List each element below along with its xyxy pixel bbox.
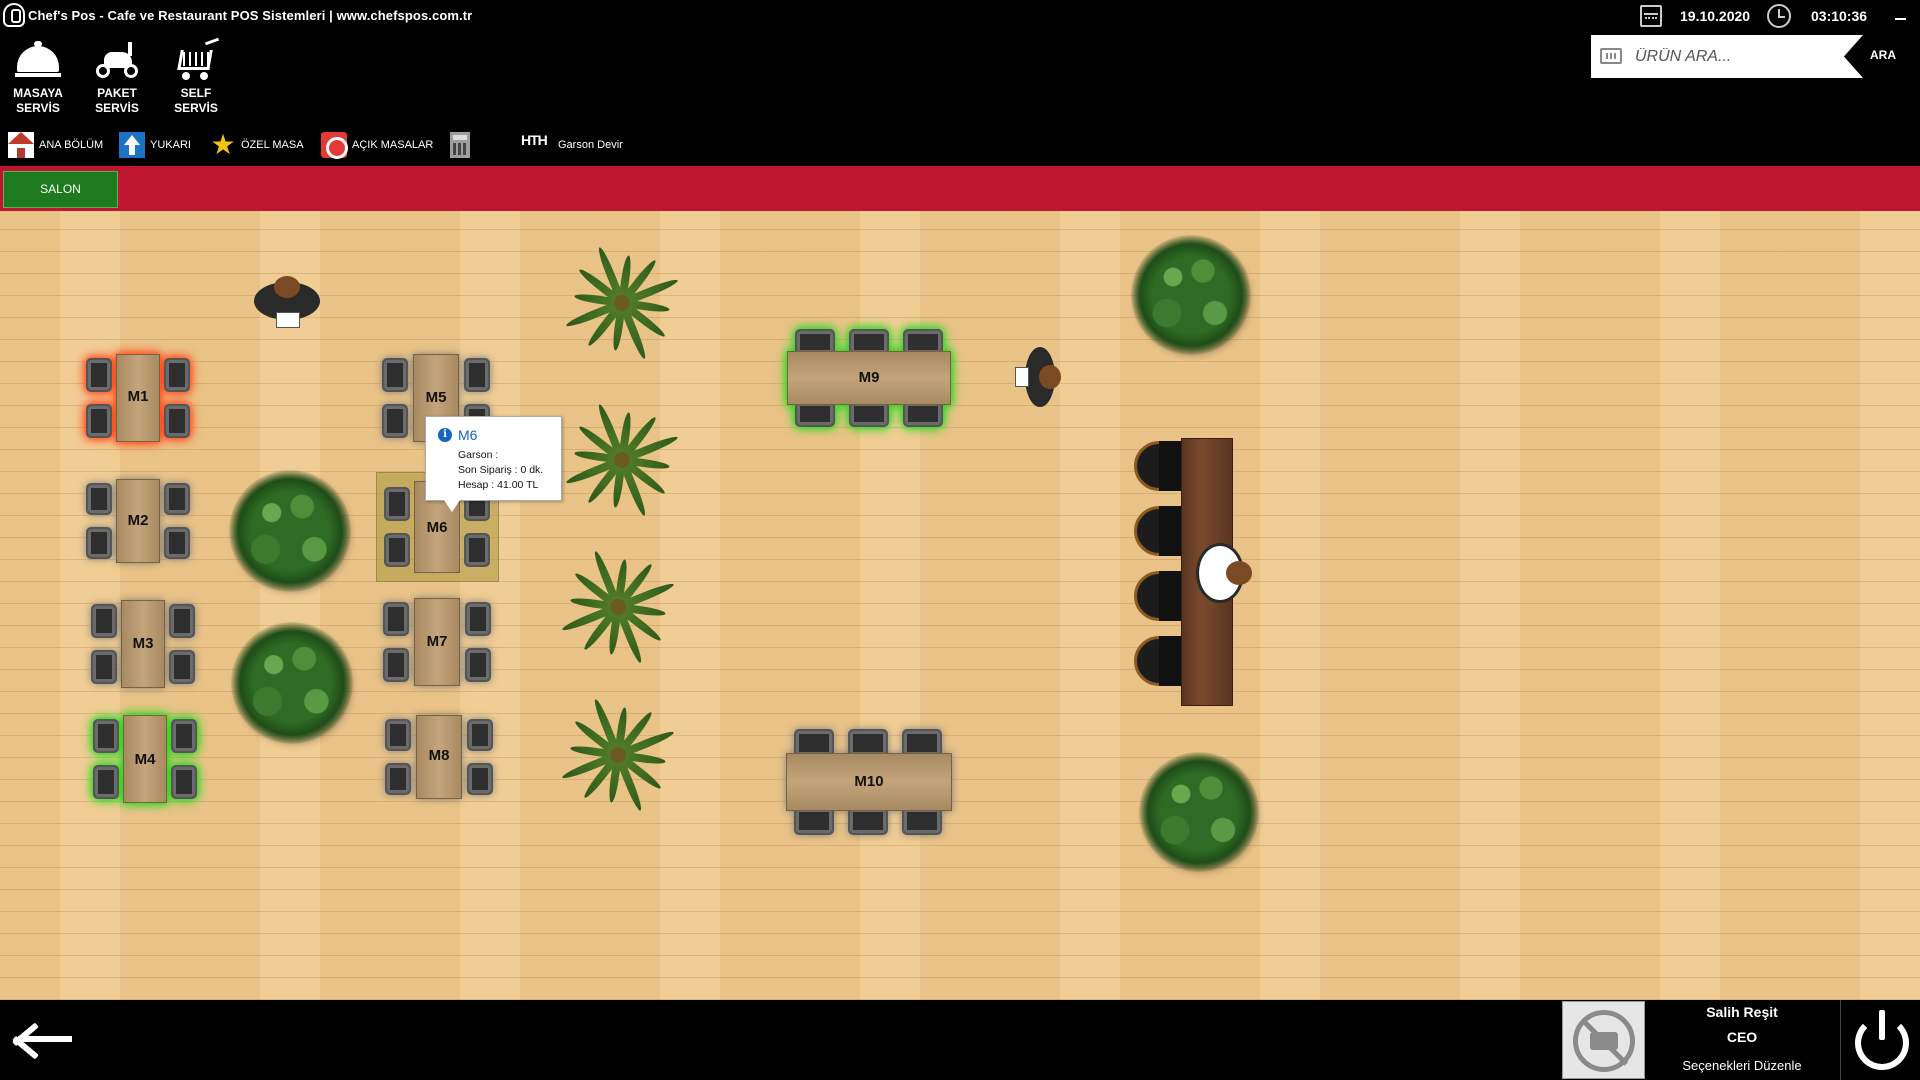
palm-plant xyxy=(558,695,678,815)
table-m1-label: M1 xyxy=(127,388,149,405)
palm-core xyxy=(610,599,626,615)
tab-salon[interactable]: SALON xyxy=(3,171,118,208)
arrow-up-icon xyxy=(119,132,145,158)
app-logo-icon xyxy=(3,3,25,27)
minimize-button[interactable] xyxy=(1895,18,1906,20)
no-photo-icon xyxy=(1573,1010,1635,1072)
delivery-service-label-2: SERVİS xyxy=(95,101,139,115)
table-m9-label: M9 xyxy=(858,369,880,386)
table-m3[interactable]: M3 xyxy=(91,600,195,688)
waiter-figure xyxy=(252,276,322,336)
table-info-tooltip: i M6 Garson : Son Sipariş : 0 dk. Hesap … xyxy=(425,416,562,512)
up-button[interactable]: YUKARI xyxy=(119,130,191,160)
bush-plant xyxy=(231,622,353,744)
home-icon xyxy=(8,132,34,158)
table-m1[interactable]: M1 xyxy=(86,354,190,442)
table-service-button[interactable]: MASAYA SERVİS xyxy=(3,34,73,118)
table-m4-label: M4 xyxy=(134,751,156,768)
user-role: CEO xyxy=(1726,1029,1758,1045)
special-table-label: ÖZEL MASA xyxy=(241,139,304,151)
bar-stool xyxy=(1134,441,1184,491)
self-service-button[interactable]: SELF SERVİS xyxy=(161,34,231,118)
table-service-label-2: SERVİS xyxy=(16,101,60,115)
special-table-button[interactable]: ★ ÖZEL MASA xyxy=(210,129,304,160)
table-m2[interactable]: M2 xyxy=(86,479,190,563)
self-service-label-1: SELF xyxy=(180,86,212,100)
self-service-label-2: SERVİS xyxy=(174,101,218,115)
bartender-figure xyxy=(1188,541,1268,605)
title-bar: Chef's Pos - Cafe ve Restaurant POS Sist… xyxy=(0,0,1920,32)
waiter-figure-2 xyxy=(1013,345,1063,411)
waiter-transfer-button[interactable]: HTH Garson Devir xyxy=(521,130,623,160)
waiter-transfer-label: Garson Devir xyxy=(558,139,623,151)
calculator-button[interactable] xyxy=(450,130,475,160)
star-icon: ★ xyxy=(210,129,236,160)
plate-icon xyxy=(321,132,348,159)
time-display: 03:10:36 xyxy=(1811,8,1868,24)
bar-stool xyxy=(1134,636,1184,686)
table-m7[interactable]: M7 xyxy=(383,598,491,686)
calculator-icon xyxy=(450,132,470,158)
table-m10-label: M10 xyxy=(854,773,884,790)
keyboard-icon[interactable] xyxy=(1600,48,1622,64)
floor-plan: M1 M2 M3 M4 M5 M6 M7 M8 M9 M10 xyxy=(0,211,1920,1000)
product-search-input[interactable] xyxy=(1635,43,1835,70)
palm-core xyxy=(614,452,630,468)
palm-core xyxy=(614,295,630,311)
table-m2-label: M2 xyxy=(127,512,149,529)
palm-plant xyxy=(562,243,682,363)
table-service-label-1: MASAYA xyxy=(13,86,63,100)
bar-stool xyxy=(1134,571,1184,621)
cloche-icon xyxy=(15,38,61,82)
palm-plant xyxy=(558,547,678,667)
back-button[interactable] xyxy=(8,1017,74,1061)
bush-plant xyxy=(229,470,351,592)
waiter-transfer-icon: HTH xyxy=(521,132,548,148)
clock-icon xyxy=(1767,4,1791,28)
info-icon: i xyxy=(438,428,452,442)
user-avatar xyxy=(1562,1001,1645,1079)
edit-options-link[interactable]: Seçenekleri Düzenle xyxy=(1650,1058,1834,1073)
palm-core xyxy=(610,747,626,763)
user-name: Salih Reşit xyxy=(1706,1004,1778,1020)
home-section-label: ANA BÖLÜM xyxy=(39,139,104,151)
up-label: YUKARI xyxy=(150,139,191,151)
scooter-icon xyxy=(94,38,140,82)
section-bar xyxy=(0,166,1920,211)
table-m9[interactable]: M9 xyxy=(787,329,951,427)
tooltip-last-order: Son Sipariş : 0 dk. xyxy=(458,464,544,476)
pos-app: Chef's Pos - Cafe ve Restaurant POS Sist… xyxy=(0,0,1920,1080)
power-button[interactable] xyxy=(1840,1000,1920,1080)
table-m8[interactable]: M8 xyxy=(385,715,493,799)
shopping-cart-icon xyxy=(173,37,220,82)
search-button[interactable]: ARA xyxy=(1870,48,1896,62)
delivery-service-button[interactable]: PAKET SERVİS xyxy=(82,34,152,118)
palm-plant xyxy=(562,400,682,520)
bar-stool xyxy=(1134,506,1184,556)
delivery-service-label-1: PAKET xyxy=(97,86,137,100)
date-display: 19.10.2020 xyxy=(1680,8,1751,24)
open-tables-button[interactable]: AÇIK MASALAR xyxy=(321,130,433,160)
product-search-box xyxy=(1591,35,1863,78)
table-m5-label: M5 xyxy=(425,389,447,406)
table-m7-label: M7 xyxy=(426,633,448,650)
table-m10[interactable]: M10 xyxy=(786,729,952,835)
table-m8-label: M8 xyxy=(428,747,450,764)
calendar-icon xyxy=(1640,5,1662,27)
open-tables-label: AÇIK MASALAR xyxy=(352,139,434,151)
bush-plant xyxy=(1139,752,1259,872)
tooltip-title: M6 xyxy=(458,427,478,443)
home-section-button[interactable]: ANA BÖLÜM xyxy=(8,130,103,160)
table-m6-label: M6 xyxy=(426,519,448,536)
table-m4[interactable]: M4 xyxy=(93,715,197,803)
bush-plant xyxy=(1131,235,1251,355)
table-m3-label: M3 xyxy=(132,635,154,652)
tooltip-bill: Hesap : 41.00 TL xyxy=(458,479,539,491)
app-title: Chef's Pos - Cafe ve Restaurant POS Sist… xyxy=(28,8,473,23)
tooltip-waiter: Garson : xyxy=(458,449,499,461)
